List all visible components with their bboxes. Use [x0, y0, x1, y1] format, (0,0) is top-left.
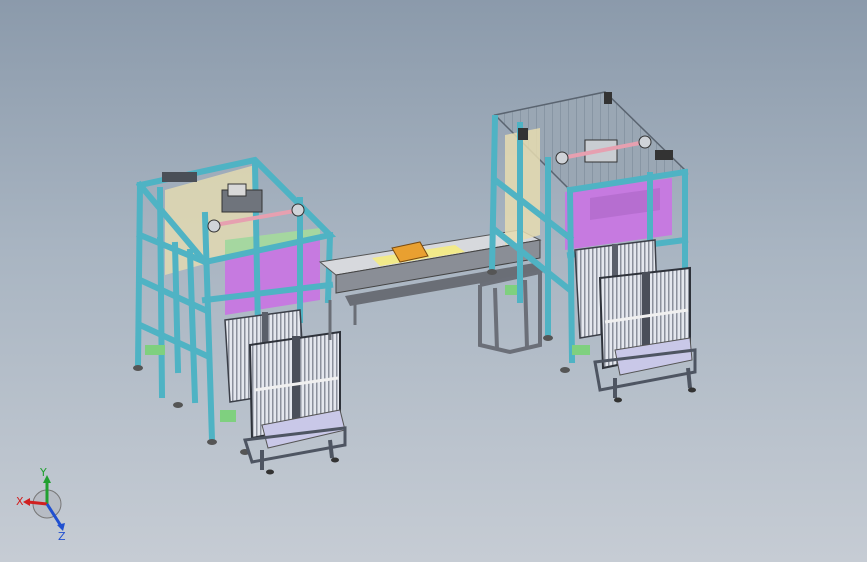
- z-axis-label: Z: [58, 530, 66, 542]
- left-machine[interactable]: [133, 156, 347, 475]
- orientation-triad[interactable]: Y X Z: [14, 462, 84, 542]
- x-axis-line: [27, 500, 48, 506]
- x-axis-label: X: [16, 495, 24, 508]
- cad-viewport[interactable]: Y X Z: [0, 0, 867, 562]
- y-axis-label: Y: [39, 466, 47, 479]
- x-axis-arrow: [23, 498, 30, 506]
- right-machine[interactable]: [487, 91, 697, 403]
- right-cell-stack-front: [593, 266, 697, 403]
- left-cell-stack-front: [243, 330, 347, 475]
- conveyor-support: [478, 269, 542, 355]
- assembly-model[interactable]: [0, 0, 867, 562]
